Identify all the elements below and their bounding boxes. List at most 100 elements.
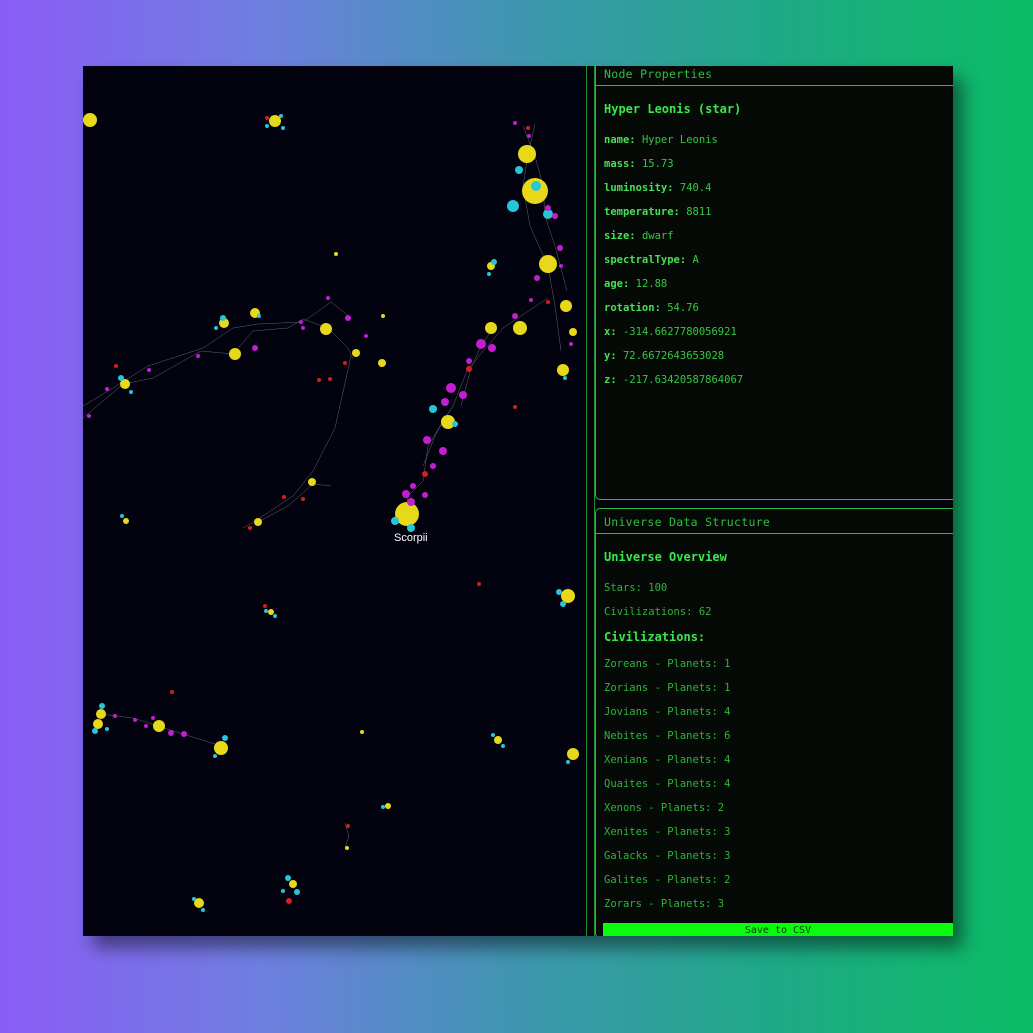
star-node[interactable] — [229, 348, 241, 360]
civilization-node[interactable] — [181, 731, 187, 737]
civilization-node[interactable] — [299, 320, 303, 324]
star-node[interactable] — [385, 803, 391, 809]
anomaly-node[interactable] — [317, 378, 321, 382]
civilization-node[interactable] — [345, 315, 351, 321]
planet-node[interactable] — [556, 589, 562, 595]
anomaly-node[interactable] — [114, 364, 118, 368]
civilization-node[interactable] — [441, 398, 449, 406]
star-node[interactable] — [214, 741, 228, 755]
civilization-node[interactable] — [113, 714, 117, 718]
planet-node[interactable] — [294, 889, 300, 895]
planet-node[interactable] — [201, 908, 205, 912]
planet-node[interactable] — [281, 889, 285, 893]
star-node[interactable] — [567, 748, 579, 760]
anomaly-node[interactable] — [343, 361, 347, 365]
planet-node[interactable] — [265, 124, 269, 128]
anomaly-node[interactable] — [466, 366, 472, 372]
civilization-node[interactable] — [430, 463, 436, 469]
civilization-node[interactable] — [151, 716, 155, 720]
save-csv-button[interactable]: Save to CSV — [603, 923, 953, 936]
anomaly-node[interactable] — [282, 495, 286, 499]
planet-node[interactable] — [99, 703, 105, 709]
civilization-node[interactable] — [534, 275, 540, 281]
planet-node[interactable] — [381, 805, 385, 809]
star-node[interactable] — [513, 321, 527, 335]
star-node[interactable] — [268, 609, 274, 615]
civilization-node[interactable] — [168, 730, 174, 736]
civilization-node[interactable] — [301, 326, 305, 330]
panel-divider[interactable] — [586, 66, 595, 936]
planet-node[interactable] — [407, 524, 415, 532]
civilization-node[interactable] — [147, 368, 151, 372]
planet-node[interactable] — [285, 875, 291, 881]
planet-node[interactable] — [487, 272, 491, 276]
civilization-node[interactable] — [529, 298, 533, 302]
civilization-node[interactable] — [407, 498, 415, 506]
planet-node[interactable] — [491, 733, 495, 737]
star-node[interactable] — [539, 255, 557, 273]
civilization-node[interactable] — [552, 213, 558, 219]
anomaly-node[interactable] — [526, 126, 530, 130]
anomaly-node[interactable] — [422, 471, 428, 477]
civilization-node[interactable] — [459, 391, 467, 399]
planet-node[interactable] — [105, 727, 109, 731]
civilization-node[interactable] — [446, 383, 456, 393]
civilization-node[interactable] — [569, 342, 573, 346]
planet-node[interactable] — [214, 326, 218, 330]
star-node[interactable] — [308, 478, 316, 486]
anomaly-node[interactable] — [328, 377, 332, 381]
anomaly-node[interactable] — [513, 405, 517, 409]
anomaly-node[interactable] — [248, 526, 252, 530]
star-label-scorpii[interactable]: Scorpii — [394, 532, 428, 544]
civilization-node[interactable] — [559, 264, 563, 268]
civilization-node[interactable] — [466, 358, 472, 364]
civilization-node[interactable] — [423, 436, 431, 444]
planet-node[interactable] — [279, 114, 283, 118]
planet-node[interactable] — [429, 405, 437, 413]
civilization-node[interactable] — [476, 339, 486, 349]
civilization-node[interactable] — [105, 387, 109, 391]
star-node[interactable] — [561, 589, 575, 603]
civilization-node[interactable] — [527, 134, 531, 138]
anomaly-node[interactable] — [346, 824, 350, 828]
universe-3d-viewport[interactable]: Scorpii — [83, 66, 586, 936]
star-node[interactable] — [289, 880, 297, 888]
civilization-node[interactable] — [410, 483, 416, 489]
planet-node[interactable] — [213, 754, 217, 758]
planet-node[interactable] — [563, 376, 567, 380]
planet-node[interactable] — [491, 259, 497, 265]
planet-node[interactable] — [192, 897, 196, 901]
star-node[interactable] — [378, 359, 386, 367]
star-node[interactable] — [93, 719, 103, 729]
star-node[interactable] — [254, 518, 262, 526]
planet-node[interactable] — [222, 735, 228, 741]
planet-node[interactable] — [501, 744, 505, 748]
star-node[interactable] — [153, 720, 165, 732]
planet-node[interactable] — [391, 517, 399, 525]
anomaly-node[interactable] — [546, 300, 550, 304]
star-node[interactable] — [494, 736, 502, 744]
planet-node[interactable] — [531, 181, 541, 191]
star-node[interactable] — [320, 323, 332, 335]
civilization-node[interactable] — [422, 492, 428, 498]
star-node[interactable] — [561, 305, 567, 311]
anomaly-node[interactable] — [477, 582, 481, 586]
anomaly-node[interactable] — [286, 898, 292, 904]
planet-node[interactable] — [273, 614, 277, 618]
anomaly-node[interactable] — [170, 690, 174, 694]
star-node[interactable] — [360, 730, 364, 734]
star-node[interactable] — [96, 709, 106, 719]
star-node[interactable] — [381, 314, 385, 318]
civilization-node[interactable] — [87, 414, 91, 418]
planet-node[interactable] — [560, 601, 566, 607]
civilization-node[interactable] — [133, 718, 137, 722]
star-node[interactable] — [518, 145, 536, 163]
civilization-node[interactable] — [439, 447, 447, 455]
planet-node[interactable] — [281, 126, 285, 130]
civilization-node[interactable] — [364, 334, 368, 338]
civilization-node[interactable] — [512, 313, 518, 319]
star-node[interactable] — [557, 364, 569, 376]
planet-node[interactable] — [120, 514, 124, 518]
star-node[interactable] — [123, 518, 129, 524]
planet-node[interactable] — [257, 314, 261, 318]
